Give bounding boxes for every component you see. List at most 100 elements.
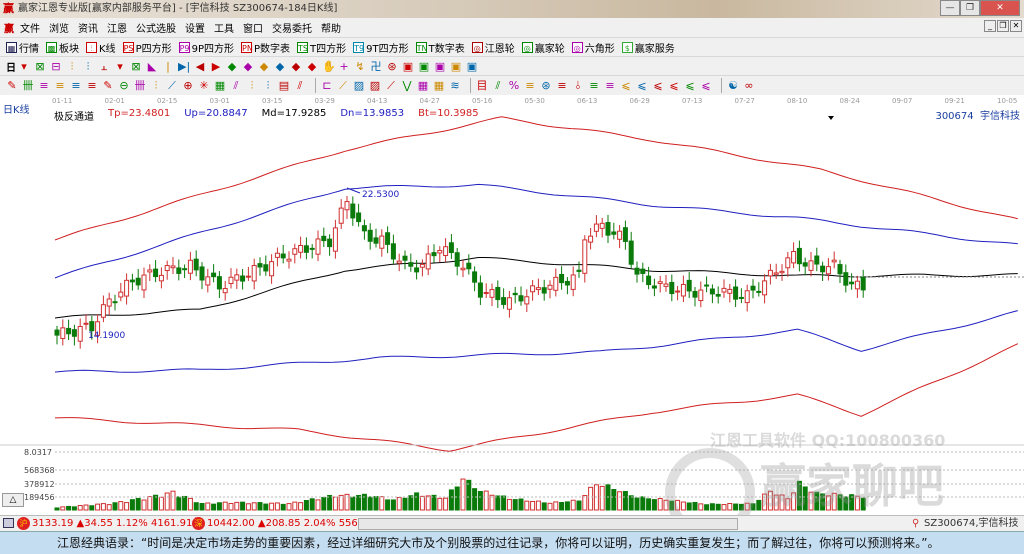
mdi-close-button[interactable]: ✕ [1010,20,1022,32]
tool-icon-33[interactable]: ≡ [524,79,536,92]
toolbar-button-3[interactable]: PS P四方形 [122,40,172,55]
tool-icon-14[interactable]: ◆ [242,60,254,73]
tool-icon-10[interactable]: ▶| [178,60,190,73]
period-select[interactable]: 日 [6,59,16,74]
menu-item-5[interactable]: 设置 [185,20,205,35]
tool-icon-17[interactable]: ▤ [278,79,290,92]
menu-item-8[interactable]: 交易委托 [272,20,312,35]
tool-icon-17[interactable]: ◆ [290,60,302,73]
menu-item-7[interactable]: 窗口 [243,20,263,35]
tool-icon-5[interactable]: ⫠ [98,60,110,73]
tool-icon-6[interactable]: ▾ [114,60,126,73]
toolbar-button-4[interactable]: P9 9P四方形 [178,40,234,55]
menu-item-1[interactable]: 浏览 [49,20,69,35]
tool-icon-1[interactable]: ⊠ [34,60,46,73]
calc-icon[interactable] [3,518,14,528]
tool-icon-11[interactable]: ⊕ [182,79,194,92]
mdi-minimize-button[interactable]: _ [984,20,996,32]
tool-icon-1[interactable]: 卌 [22,79,34,92]
toolbar-button-6[interactable]: TS T四方形 [297,40,346,55]
kline-chart[interactable]: 01-11 02-01 02-15 03-01 03-15 03-29 04-13 04-27… [0,95,1024,538]
tool-icon-24[interactable]: ⟋ [385,79,397,92]
tool-icon-26[interactable]: ▦ [417,79,429,92]
tool-icon-0[interactable]: ✎ [6,79,18,92]
toolbar-button-12[interactable]: $ 赢家服务 [621,40,675,55]
tool-icon-20[interactable]: ⊏ [321,79,333,92]
tool-icon-43[interactable]: ⩽ [684,79,696,92]
tool-icon-2[interactable]: ⊟ [50,60,62,73]
tool-icon-37[interactable]: ≡ [588,79,600,92]
tool-icon-21[interactable]: ↯ [354,60,366,73]
tool-icon-39[interactable]: ⩽ [620,79,632,92]
tool-icon-25[interactable]: ⋁ [401,79,413,92]
tool-icon-36[interactable]: ⫰ [572,79,584,92]
toolbar-button-10[interactable]: ◎ 赢家轮 [521,40,565,55]
tool-icon-16[interactable]: ◆ [274,60,286,73]
tool-icon-0[interactable]: ▾ [18,60,30,73]
volume-toggle-button[interactable]: △ [2,493,24,507]
tool-icon-35[interactable]: ≡ [556,79,568,92]
toolbar-button-5[interactable]: PN P数字表 [241,40,290,55]
tool-icon-12[interactable]: ✳ [198,79,210,92]
toolbar-button-8[interactable]: TN T数字表 [415,40,465,55]
tool-icon-28[interactable]: ≋ [449,79,461,92]
tool-icon-7[interactable]: ⊠ [130,60,142,73]
tool-icon-5[interactable]: ≡ [86,79,98,92]
close-button[interactable]: ✕ [980,0,1020,16]
tool-icon-3[interactable]: ⫶ [66,60,78,73]
restore-button[interactable]: ❐ [960,0,980,16]
tool-icon-24[interactable]: ▣ [402,60,414,73]
tool-icon-12[interactable]: ▶ [210,60,222,73]
mdi-restore-button[interactable]: ❐ [997,20,1009,32]
tool-icon-2[interactable]: ≡ [38,79,50,92]
tool-icon-28[interactable]: ▣ [466,60,478,73]
tool-icon-11[interactable]: ◀ [194,60,206,73]
menu-item-3[interactable]: 江恩 [107,20,127,35]
tool-icon-15[interactable]: ⫶ [246,79,258,92]
toolbar-button-1[interactable]: ▩ 板块 [46,40,79,55]
toolbar-button-9[interactable]: ◎ 江恩轮 [471,40,515,55]
tool-icon-44[interactable]: ⩽ [700,79,712,92]
tool-icon-32[interactable]: % [508,79,520,92]
tool-icon-23[interactable]: ⊛ [386,60,398,73]
tool-icon-21[interactable]: ⟋ [337,79,349,92]
tool-icon-14[interactable]: ⫽ [230,79,242,92]
tool-icon-31[interactable]: ⫽ [492,79,504,92]
tool-icon-7[interactable]: ⊖ [118,79,130,92]
horizontal-scrollbar[interactable] [358,518,738,530]
tool-icon-19[interactable]: ✋ [322,60,336,73]
tool-icon-25[interactable]: ▣ [418,60,430,73]
tool-icon-4[interactable]: ⫶ [82,60,94,73]
tool-icon-23[interactable]: ▨ [369,79,381,92]
menu-item-6[interactable]: 工具 [214,20,234,35]
tool-icon-34[interactable]: ⊛ [540,79,552,92]
tool-icon-46[interactable]: ☯ [727,79,739,92]
tool-icon-3[interactable]: ≡ [54,79,66,92]
tool-icon-38[interactable]: ≡ [604,79,616,92]
tool-icon-41[interactable]: ⩽ [652,79,664,92]
menu-item-4[interactable]: 公式选股 [136,20,176,35]
minimize-button[interactable]: — [940,0,960,16]
tool-icon-15[interactable]: ◆ [258,60,270,73]
tool-icon-13[interactable]: ◆ [226,60,238,73]
tool-icon-9[interactable]: ⫶ [150,79,162,92]
tool-icon-30[interactable]: 目 [476,79,488,92]
tool-icon-22[interactable]: 卍 [370,60,382,73]
tool-icon-9[interactable]: |◀ [162,60,174,86]
tool-icon-6[interactable]: ✎ [102,79,114,92]
tool-icon-10[interactable]: ⟋ [166,79,178,92]
tool-icon-8[interactable]: ◣ [146,60,158,73]
toolbar-button-7[interactable]: T9 9T四方形 [353,40,409,55]
menu-item-9[interactable]: 帮助 [321,20,341,35]
tool-icon-4[interactable]: ≡ [70,79,82,92]
toolbar-button-11[interactable]: ◎ 六角形 [571,40,615,55]
menu-item-0[interactable]: 文件 [20,20,40,35]
tool-icon-40[interactable]: ⩽ [636,79,648,92]
tool-icon-27[interactable]: ▦ [433,79,445,92]
tool-icon-42[interactable]: ⩽ [668,79,680,92]
tool-icon-47[interactable]: ∞ [743,79,755,92]
toolbar-button-0[interactable]: ▦ 行情 [6,40,39,55]
toolbar-button-2[interactable]: ⫶ K线 [86,40,116,55]
tool-icon-8[interactable]: 卌 [134,79,146,92]
tool-icon-16[interactable]: ⫶ [262,79,274,92]
